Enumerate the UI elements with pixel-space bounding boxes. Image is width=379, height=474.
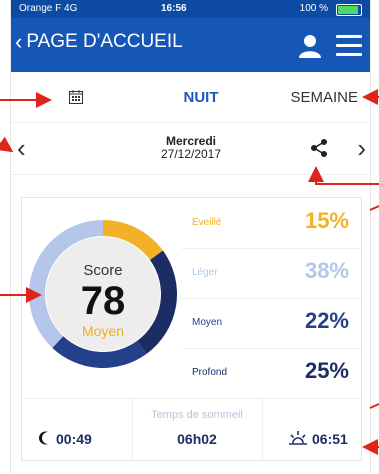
- stage-percent: 15%: [304, 208, 349, 233]
- stage-row-deep: Profond 25%: [182, 348, 361, 399]
- sleep-duration-label: Temps de sommeil: [151, 409, 243, 421]
- stage-row-medium: Moyen 22%: [182, 298, 361, 349]
- share-icon[interactable]: [309, 138, 329, 158]
- arrow-to-prev-day: [0, 136, 14, 153]
- sleep-duration-cell: Temps de sommeil 06h02: [132, 399, 263, 461]
- bedtime-cell: 00:49: [22, 399, 133, 461]
- carrier-label: Orange F 4G: [19, 3, 78, 14]
- previous-day-button[interactable]: ‹: [17, 133, 26, 164]
- stage-percent: 22%: [304, 308, 349, 333]
- stage-name: Eveillé: [192, 217, 222, 228]
- arrow-to-sleep-times: [369, 403, 379, 409]
- stage-row-light: Léger 38%: [182, 248, 361, 299]
- next-day-button[interactable]: ›: [357, 133, 366, 164]
- stage-name: Moyen: [192, 317, 223, 328]
- view-tabs: NUIT SEMAINE: [11, 72, 370, 123]
- battery-level: [338, 6, 358, 14]
- tab-week[interactable]: SEMAINE: [290, 89, 358, 106]
- moon-icon: [39, 431, 48, 445]
- sleep-times-row: 00:49 Temps de sommeil 06h02 06:51: [22, 398, 361, 461]
- sunrise-icon: [289, 431, 307, 445]
- battery-percentage: 100 %: [299, 3, 328, 14]
- calendar-icon[interactable]: [69, 90, 83, 104]
- back-label: PAGE D'ACCUEIL: [26, 31, 183, 52]
- stage-name: Profond: [192, 367, 228, 378]
- date-value: 27/12/2017: [160, 147, 222, 161]
- stage-percent: 25%: [304, 358, 349, 383]
- sleep-stages-list: Eveillé 15% Léger 38% Moyen 22% Profond …: [182, 198, 361, 399]
- score-level: Moyen: [81, 323, 125, 339]
- sleep-duration-value: 06h02: [177, 431, 217, 447]
- sleep-summary-card: Score 78 Moyen Eveillé 15% Léger 38% Moy…: [21, 197, 362, 461]
- tab-night[interactable]: NUIT: [161, 89, 241, 106]
- wake-time-cell: 06:51: [262, 399, 361, 461]
- back-button[interactable]: ‹ PAGE D'ACCUEIL: [15, 31, 183, 53]
- score-value: 78: [80, 279, 126, 323]
- chevron-left-icon: ‹: [15, 29, 23, 54]
- wake-time-value: 06:51: [312, 431, 348, 447]
- bedtime-value: 00:49: [56, 431, 92, 447]
- stage-percent: 38%: [304, 258, 349, 283]
- status-bar: Orange F 4G 16:56 100 %: [11, 0, 370, 18]
- score-label: Score: [83, 262, 123, 279]
- phone-screen: Orange F 4G 16:56 100 % ‹ PAGE D'ACCUEIL: [10, 0, 371, 474]
- nav-bar: ‹ PAGE D'ACCUEIL: [11, 18, 370, 72]
- stage-row-awake: Eveillé 15%: [182, 198, 361, 249]
- status-time: 16:56: [161, 3, 187, 14]
- hamburger-menu-icon[interactable]: [336, 35, 362, 57]
- date-navigator: ‹ Mercredi 27/12/2017 ›: [11, 122, 370, 175]
- day-name: Mercredi: [165, 134, 217, 148]
- arrow-to-stages: [369, 205, 379, 211]
- battery-icon: [336, 4, 362, 16]
- stage-name: Léger: [192, 267, 218, 278]
- user-icon[interactable]: [298, 34, 322, 58]
